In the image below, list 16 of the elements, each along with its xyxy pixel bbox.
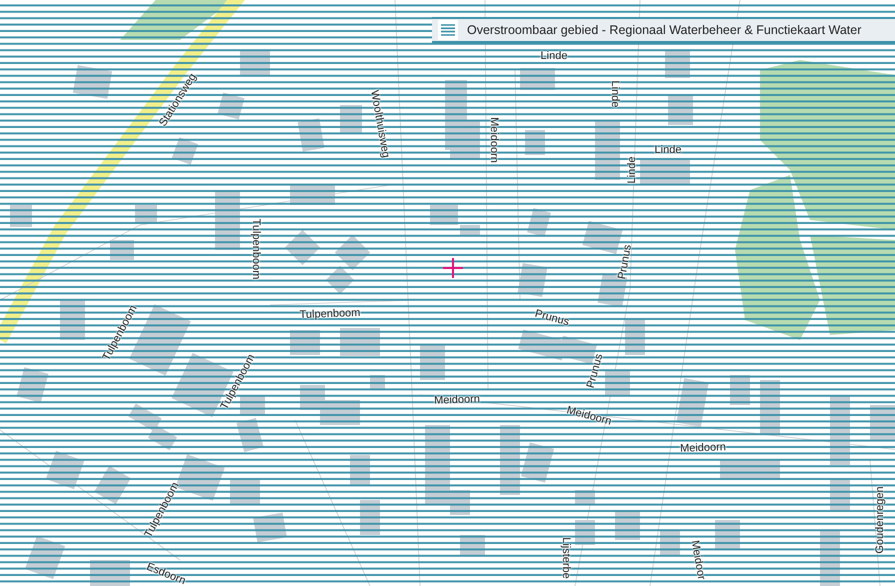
street-label: Meidoorn — [565, 404, 613, 428]
street-label: Prunus — [534, 308, 570, 328]
street-label: Woolthuisweg — [368, 89, 392, 159]
layers-menu-button[interactable] — [438, 20, 458, 40]
street-label: Lijsterbe — [560, 537, 572, 579]
street-label: Linde — [626, 156, 638, 184]
street-label: Tulpenboom — [250, 218, 262, 280]
street-label: Prunus — [616, 244, 634, 280]
street-label: Prunus — [584, 352, 606, 390]
crosshair-icon — [443, 258, 463, 278]
street-label: Goudenregen — [874, 486, 886, 554]
layer-title: Overstroombaar gebied - Regionaal Waterbeheer & Functiekaart Water — [467, 23, 862, 37]
street-label: Linde — [609, 80, 621, 108]
street-label: Meidoor — [688, 539, 708, 581]
street-label: Meidoorn — [488, 117, 500, 163]
menu-icon — [440, 23, 456, 37]
